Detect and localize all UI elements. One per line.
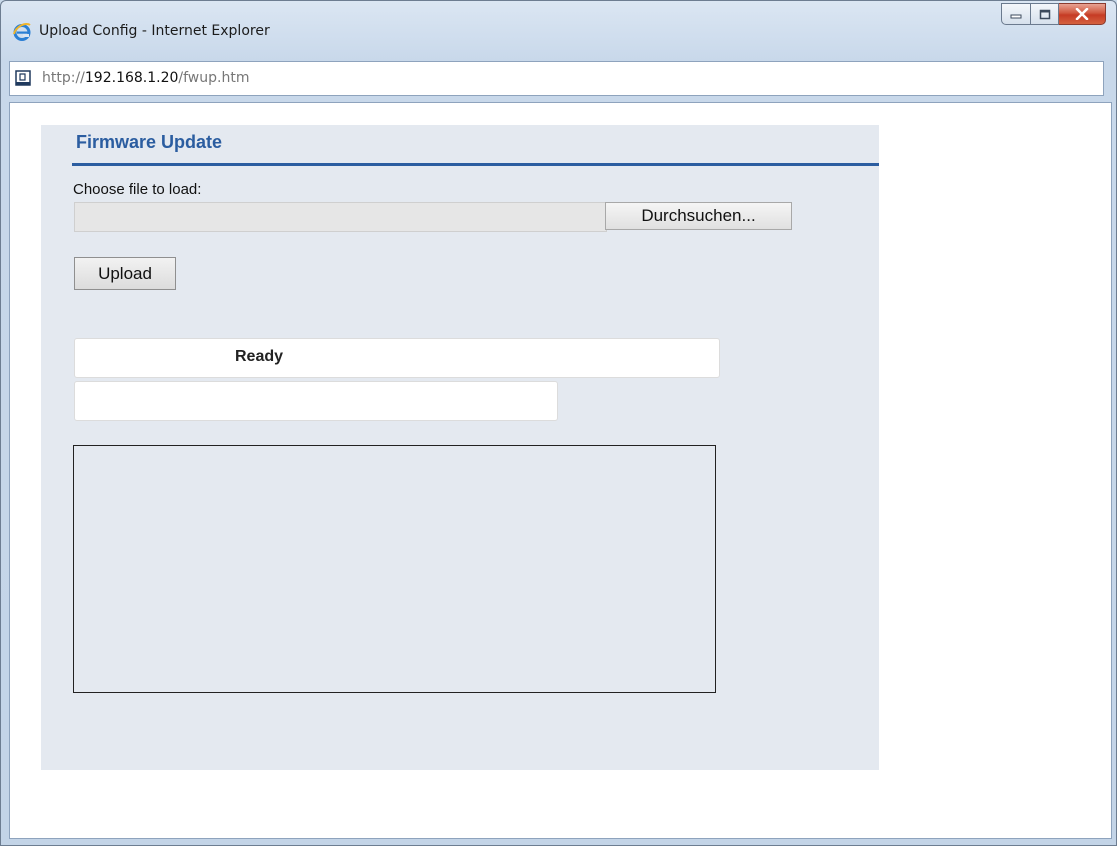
choose-file-label: Choose file to load: <box>73 181 202 198</box>
minimize-icon <box>1010 14 1022 19</box>
upload-button[interactable]: Upload <box>74 257 176 290</box>
page-icon <box>15 70 31 86</box>
close-icon <box>1075 8 1089 20</box>
minimize-button[interactable] <box>1001 3 1031 25</box>
address-bar[interactable]: http://192.168.1.20/fwup.htm <box>9 61 1104 96</box>
close-button[interactable] <box>1059 3 1106 25</box>
title-divider <box>72 163 879 166</box>
status-box: Ready <box>74 338 720 378</box>
title-bar[interactable]: Upload Config - Internet Explorer <box>1 1 1116 59</box>
window-controls <box>1001 3 1106 25</box>
maximize-icon <box>1039 9 1050 19</box>
url-prefix: http:// <box>42 70 85 86</box>
url-host: 192.168.1.20 <box>84 70 179 86</box>
url-path: /fwup.htm <box>178 70 250 86</box>
page-viewport: Firmware Update Choose file to load: Dur… <box>9 102 1112 839</box>
ie-icon <box>13 23 31 41</box>
maximize-button[interactable] <box>1031 3 1059 25</box>
page-title: Firmware Update <box>76 132 223 152</box>
firmware-panel: Firmware Update Choose file to load: Dur… <box>41 125 879 770</box>
log-area <box>73 445 716 693</box>
window-title: Upload Config - Internet Explorer <box>39 23 270 39</box>
progress-box <box>74 381 558 421</box>
browse-button[interactable]: Durchsuchen... <box>605 202 792 230</box>
browser-window: Upload Config - Internet Explorer http:/… <box>0 0 1117 846</box>
status-text: Ready <box>235 348 284 365</box>
url-text[interactable]: http://192.168.1.20/fwup.htm <box>42 70 249 86</box>
file-path-field[interactable] <box>74 202 607 232</box>
